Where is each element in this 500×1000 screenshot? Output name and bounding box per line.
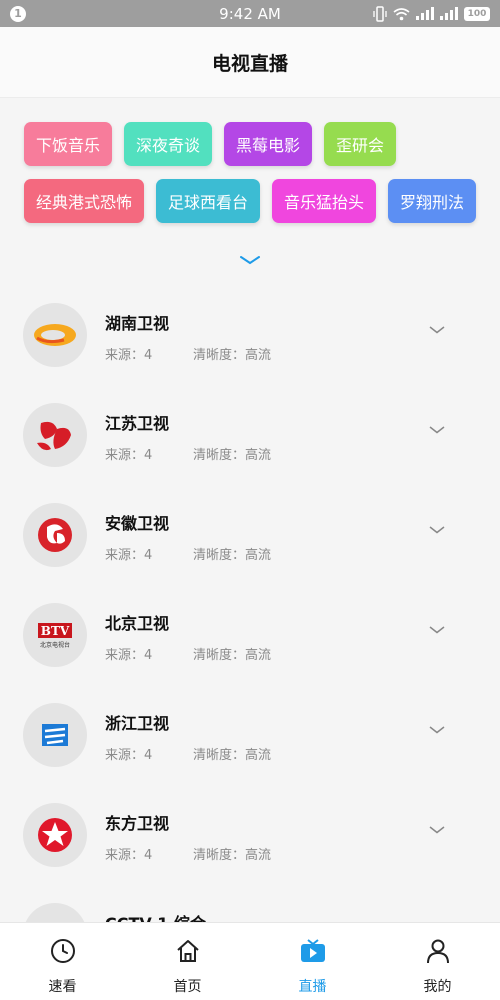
cctv-logo — [23, 903, 87, 922]
channel-quality: 清晰度：高流 — [193, 448, 272, 463]
chevron-down-icon[interactable] — [426, 322, 448, 338]
channel-source: 来源：4 — [105, 748, 153, 763]
chevron-down-icon[interactable] — [426, 522, 448, 538]
nav-item-live[interactable]: 直播 — [250, 923, 375, 1000]
nav-label: 直播 — [298, 979, 327, 995]
channel-name: CCTV-1 综合 — [105, 910, 206, 922]
bottom-nav: 速看 首页 直播 我的 — [0, 922, 500, 1000]
expand-tags-button[interactable] — [236, 250, 264, 270]
btv-logo-text: BTV — [41, 624, 70, 638]
chevron-down-icon[interactable] — [426, 822, 448, 838]
channel-source: 来源：4 — [105, 348, 153, 363]
jiangsu-logo — [23, 403, 87, 467]
nav-label: 我的 — [423, 979, 452, 995]
btv-logo-subtext: 北京电视台 — [40, 641, 70, 649]
tv-icon — [299, 937, 327, 965]
nav-item-mine[interactable]: 我的 — [375, 923, 500, 1000]
nav-item-quick-view[interactable]: 速看 — [0, 923, 125, 1000]
channel-name: 浙江卫视 — [105, 714, 170, 733]
channel-name: 湖南卫视 — [105, 314, 170, 333]
channel-source: 来源：4 — [105, 448, 153, 463]
tag-3[interactable]: 歪研会 — [324, 122, 396, 166]
channel-quality: 清晰度：高流 — [193, 848, 272, 863]
btv-logo: BTV 北京电视台 — [23, 603, 87, 667]
channel-source: 来源：4 — [105, 648, 153, 663]
tag-7[interactable]: 罗翔刑法 — [388, 179, 476, 223]
clock-icon — [49, 937, 77, 965]
notification-badge: 1 — [10, 5, 26, 22]
zhejiang-logo — [23, 703, 87, 767]
channel-quality: 清晰度：高流 — [193, 648, 272, 663]
chevron-down-icon[interactable] — [426, 422, 448, 438]
signal-icon — [440, 7, 458, 20]
nav-label: 首页 — [173, 979, 202, 995]
channel-item-zhejiang[interactable]: 浙江卫视 来源：4 清晰度：高流 — [0, 682, 500, 782]
chevron-down-icon — [240, 256, 260, 265]
tag-1[interactable]: 深夜奇谈 — [124, 122, 212, 166]
chevron-down-icon[interactable] — [426, 622, 448, 638]
chevron-down-icon[interactable] — [426, 722, 448, 738]
channel-name: 东方卫视 — [105, 814, 170, 833]
channel-name: 江苏卫视 — [105, 414, 170, 433]
channel-source: 来源：4 — [105, 548, 153, 563]
channel-item-jiangsu[interactable]: 江苏卫视 来源：4 清晰度：高流 — [0, 382, 500, 482]
status-bar: 1 9:42 AM 100 — [0, 0, 500, 27]
app-header: 电视直播 — [0, 27, 500, 98]
page-title: 电视直播 — [211, 52, 288, 75]
home-icon — [174, 937, 202, 965]
channel-item-anhui[interactable]: 安徽卫视 来源：4 清晰度：高流 — [0, 482, 500, 582]
tag-6[interactable]: 音乐猛抬头 — [272, 179, 376, 223]
tag-2[interactable]: 黑莓电影 — [224, 122, 312, 166]
dragon-logo — [23, 803, 87, 867]
channel-name: 北京卫视 — [105, 614, 170, 633]
channel-item-hunan[interactable]: 湖南卫视 来源：4 清晰度：高流 — [0, 282, 500, 382]
tag-4[interactable]: 经典港式恐怖 — [24, 179, 144, 223]
vibrate-icon — [373, 5, 387, 22]
anhui-logo — [23, 503, 87, 567]
tag-0[interactable]: 下饭音乐 — [24, 122, 112, 166]
channel-item-cctv1[interactable]: CCTV-1 综合 — [0, 882, 500, 922]
battery-icon: 100 — [464, 6, 490, 21]
channel-quality: 清晰度：高流 — [193, 348, 272, 363]
channel-quality: 清晰度：高流 — [193, 548, 272, 563]
channel-source: 来源：4 — [105, 848, 153, 863]
tag-5[interactable]: 足球西看台 — [156, 179, 260, 223]
nav-item-home[interactable]: 首页 — [125, 923, 250, 1000]
hunan-logo — [23, 303, 87, 367]
user-icon — [424, 937, 452, 965]
channel-item-dragon[interactable]: 东方卫视 来源：4 清晰度：高流 — [0, 782, 500, 882]
wifi-icon — [393, 7, 410, 21]
signal-icon — [416, 7, 434, 20]
channel-list: 湖南卫视 来源：4 清晰度：高流 江苏卫视 来源：4 清晰度：高流 安徽卫视 来… — [0, 282, 500, 922]
channel-name: 安徽卫视 — [105, 514, 170, 533]
nav-label: 速看 — [48, 979, 77, 995]
channel-quality: 清晰度：高流 — [193, 748, 272, 763]
channel-item-beijing[interactable]: BTV 北京电视台 北京卫视 来源：4 清晰度：高流 — [0, 582, 500, 682]
